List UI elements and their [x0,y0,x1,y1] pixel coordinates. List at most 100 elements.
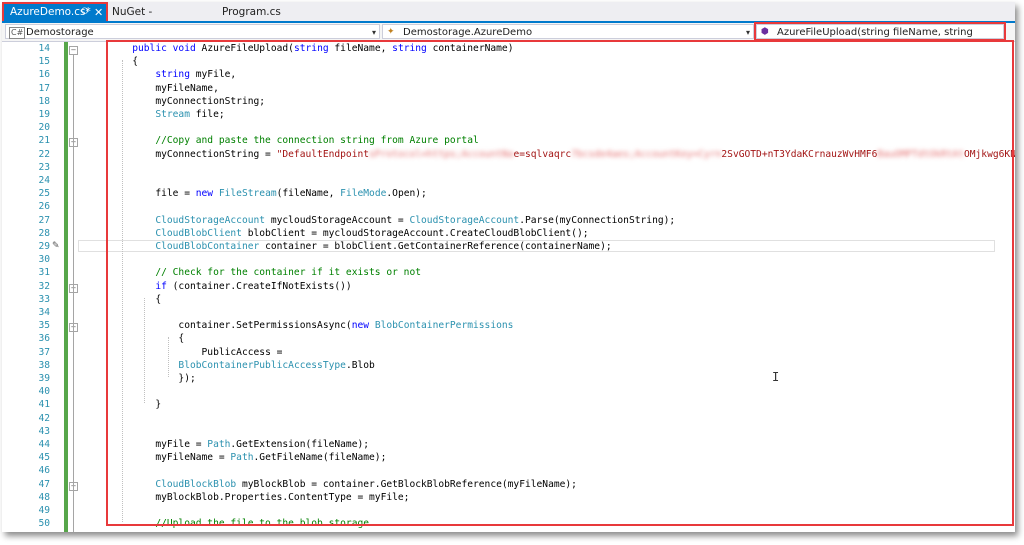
code-token: 2SvGOTD+nT3YdaKCrnauzWvHMF6 [721,148,878,160]
code-line[interactable]: container.SetPermissionsAsync(new BlobCo… [86,320,513,331]
line-number: 14 [38,43,50,54]
code-line[interactable]: if (container.CreateIfNotExists()) [86,280,351,292]
code-token: myConnectionString; [155,95,266,107]
pencil-icon[interactable]: ✎ [52,241,62,251]
code-editor[interactable]: 14 15 16 17 18 19 20 21 22 23 24 25 26 27 28 29 30 31 32 33… [2,42,1015,532]
line-number: 27 [38,214,50,226]
member-dropdown[interactable]: ⬢ AzureFileUpload(string fileName, strin… [754,22,1006,53]
code-line[interactable]: PublicAccess = [86,347,283,358]
code-line[interactable]: myFileName, [86,83,219,94]
code-line[interactable]: file = new FileStream(fileName, FileMode… [86,188,427,199]
code-line[interactable]: Stream file; [86,109,224,120]
code-token: // Check for the container if it exists … [155,267,422,279]
code-token: if [155,280,173,292]
code-line[interactable]: //Upload the file to the blob storage [86,518,369,529]
code-area[interactable]: public void AzureFileUpload(string fileN… [86,42,1015,532]
code-token: CloudStorageAccount [155,214,271,226]
code-token: (fileName, [276,188,341,200]
code-line[interactable]: { [86,333,184,344]
code-token: //Copy and paste the connection string f… [155,135,479,147]
line-number: 15 [38,56,50,68]
code-token: 7bcsde4aes;AccountKey=Cyrn [571,148,722,160]
code-line[interactable]: myFileName = Path.GetFileName(fileName); [86,452,386,463]
line-number: 25 [38,188,50,200]
code-line[interactable]: { [86,294,161,305]
code-line[interactable]: // Check for the container if it exists … [86,267,421,278]
type-dropdown[interactable]: ✦ Demostorage.AzureDemo ▾ [382,24,754,39]
class-icon: ✦ [387,27,395,37]
code-line[interactable]: CloudBlobClient blobClient = mycloudStor… [86,228,588,239]
pin-icon[interactable]: ⭘ [81,4,88,21]
chevron-down-icon: ▾ [371,28,376,37]
code-token: myFileName = [155,452,231,464]
line-number: 20 [38,122,50,134]
code-line[interactable]: CloudBlockBlob myBlockBlob = container.G… [86,479,577,490]
code-token: myBlockBlob = container.GetBlockBlobRefe… [241,478,577,490]
tab-azuredemo-cs[interactable]: AzureDemo.cs* ⭘ ✕ [2,2,108,23]
code-line[interactable]: //Copy and paste the connection string f… [86,135,479,147]
project-dropdown-value: Demostorage [26,27,94,38]
code-line[interactable]: string myFile, [86,69,236,80]
code-token: myFileName, [155,82,219,94]
line-number: 44 [38,439,50,450]
code-token: .Open); [386,188,427,200]
line-number: 48 [38,491,50,503]
code-line[interactable]: BlobContainerPublicAccessType.Blob [86,360,374,371]
tab-label: AzureDemo.cs* [10,6,91,18]
method-icon: ⬢ [761,27,769,37]
tab-label: Program.cs [222,6,281,18]
code-line[interactable]: myBlockBlob.Properties.ContentType = myF… [86,492,409,503]
tab-program-cs[interactable]: Program.cs [222,4,282,21]
outline-line [73,55,74,532]
code-line[interactable]: } [86,399,161,410]
indent-guide [122,60,123,523]
code-line[interactable]: public void AzureFileUpload(string fileN… [86,43,513,54]
code-token: Stream [155,109,196,120]
code-line[interactable]: myFile = Path.GetExtension(fileName); [86,439,369,450]
code-line[interactable]: { [86,56,138,67]
code-token: Path [207,439,231,450]
tab-nuget-solution[interactable]: NuGet - Solution [112,4,192,35]
line-number: 45 [38,452,50,464]
code-token: }); [178,373,196,384]
code-line[interactable]: CloudStorageAccount mycloudStorageAccoun… [86,215,675,226]
line-number: 46 [38,465,50,477]
line-number: 47 [38,478,50,490]
code-token: OMjkwg6KNS [963,148,1015,160]
line-number: 38 [38,359,50,371]
line-number: 39 [38,373,50,384]
code-line[interactable]: }); [86,373,196,384]
code-token: new [195,188,219,200]
indent-guide [168,337,169,377]
text-cursor-icon: I [772,370,780,384]
code-token: FileStream [218,188,277,200]
code-line[interactable]: myConnectionString; [86,96,265,107]
code-token: } [155,399,162,411]
close-icon[interactable]: ✕ [94,4,103,21]
code-token: string [293,43,335,54]
code-token: //Upload the file to the blob storage [155,518,370,530]
code-token: BlobContainerPermissions [374,320,514,332]
line-number: 26 [38,201,50,213]
line-number: 19 [38,109,50,120]
line-number: 24 [38,175,50,186]
code-line[interactable]: myConnectionString = "DefaultEndpointsPr… [86,149,1015,160]
project-dropdown[interactable]: C# Demostorage ▾ [5,24,380,39]
code-token: e=sqlvaqrc [513,148,572,160]
collapse-icon[interactable]: − [69,46,78,55]
code-token: FileMode [340,188,387,200]
